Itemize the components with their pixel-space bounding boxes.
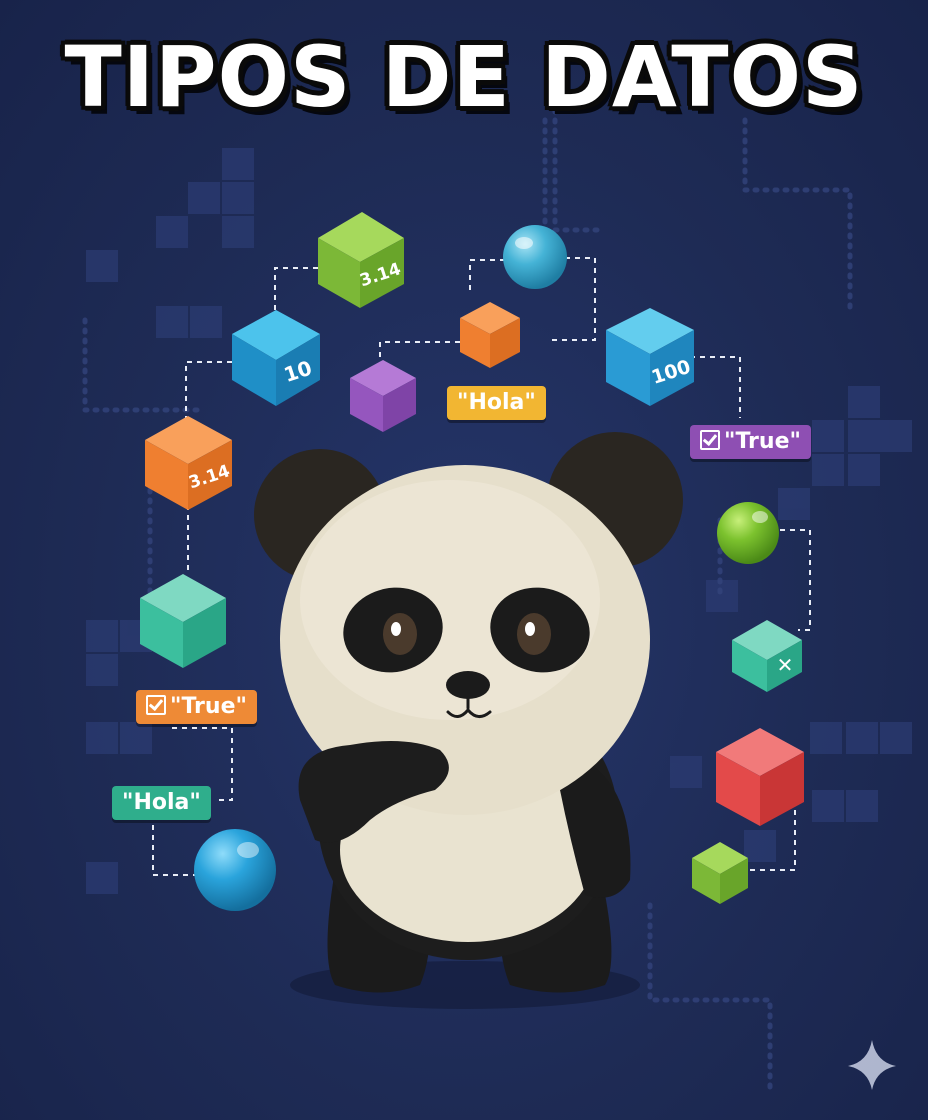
cube-teal-x: ✕ (732, 620, 802, 692)
cube-blue-100: 100 (606, 308, 694, 406)
cube-red (716, 728, 804, 826)
sparkle-icon (848, 1040, 896, 1090)
sphere-green (717, 502, 779, 564)
cube-label: ✕ (777, 653, 794, 677)
tag-label: "True" (724, 429, 801, 454)
tag-label: "True" (170, 694, 247, 719)
cube-blue-10: 10 (232, 310, 320, 406)
illustration-canvas: TIPOS DE DATOS 3.14 10 100 3.14 ✕ "Hola"… (0, 0, 928, 1120)
cube-teal-left (140, 574, 226, 668)
tag-label: "Hola" (457, 390, 536, 415)
cube-purple (350, 360, 416, 432)
panda-mascot (254, 432, 683, 1009)
cube-green-3-14: 3.14 (318, 212, 404, 308)
cube-orange-small (460, 302, 520, 368)
data-type-objects: 3.14 10 100 3.14 ✕ (140, 212, 896, 1090)
tag-true-left: "True" (136, 690, 257, 724)
check-box-icon (700, 430, 720, 450)
sphere-blue-top (503, 225, 567, 289)
tag-label: "Hola" (122, 790, 201, 815)
tag-hola-center: "Hola" (447, 386, 546, 420)
check-box-icon (146, 695, 166, 715)
tag-true-right: "True" (690, 425, 811, 459)
sphere-blue-bottom (194, 829, 276, 911)
cube-green-small (692, 842, 748, 904)
cube-orange-3-14: 3.14 (145, 416, 233, 510)
tag-hola-left: "Hola" (112, 786, 211, 820)
